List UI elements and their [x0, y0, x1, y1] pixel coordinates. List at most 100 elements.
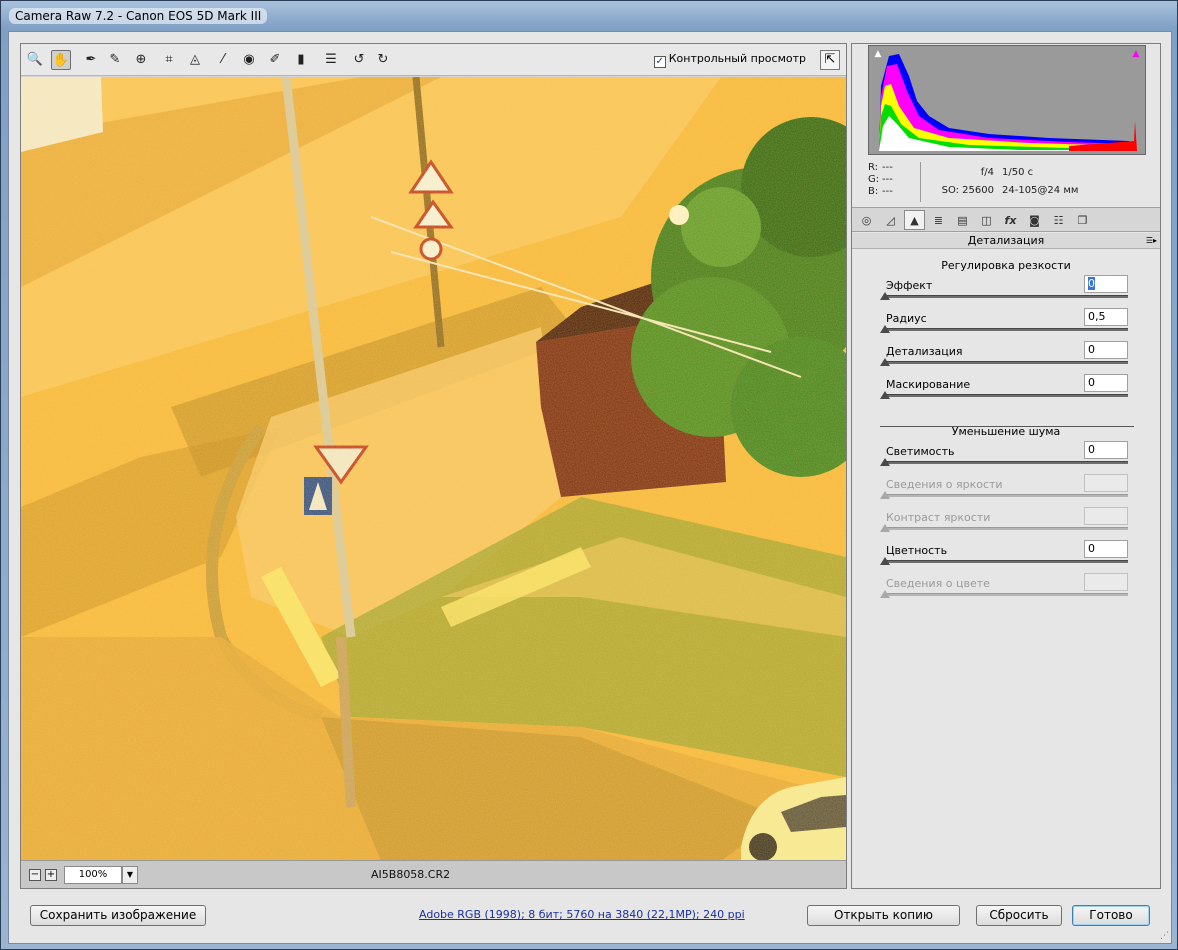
- noise-reduction-section-title: Уменьшение шума: [951, 425, 1061, 438]
- tab-detail-triangles-icon[interactable]: ▲: [904, 210, 925, 230]
- tab-basic-aperture-icon[interactable]: ◎: [856, 210, 877, 230]
- slider-luminance-contrast: Контраст яркости: [880, 507, 1128, 543]
- slider-track[interactable]: [884, 361, 1128, 364]
- fullscreen-toggle-icon[interactable]: ⇱: [820, 50, 840, 70]
- slider-radius[interactable]: Радиус 0,5: [880, 308, 1128, 344]
- r-value: ---: [882, 162, 893, 173]
- slider-thumb[interactable]: [880, 292, 890, 300]
- title-bar[interactable]: Camera Raw 7.2 - Canon EOS 5D Mark III: [1, 1, 1177, 31]
- slider-color[interactable]: Цветность 0: [880, 540, 1128, 576]
- tab-split-toning-icon[interactable]: ▤: [952, 210, 973, 230]
- slider-thumb[interactable]: [880, 458, 890, 466]
- slider-amount[interactable]: Эффект 0: [880, 275, 1128, 311]
- open-copy-button[interactable]: Открыть копию: [807, 905, 960, 926]
- slider-label: Сведения о яркости: [886, 478, 1003, 491]
- panel-tab-strip: ◎ ◿ ▲ ≣ ▤ ◫ fx ◙ ☷ ❐: [852, 207, 1160, 232]
- slider-masking[interactable]: Маскирование 0: [880, 374, 1128, 410]
- slider-label: Цветность: [886, 544, 948, 557]
- zoom-out-button[interactable]: −: [29, 869, 41, 881]
- checkbox-check-icon[interactable]: ✓: [653, 56, 666, 68]
- preview-label: Контрольный просмотр: [668, 52, 806, 65]
- rgb-readout: R: --- G: --- B: ---: [868, 162, 896, 198]
- amount-input[interactable]: 0: [1084, 275, 1128, 293]
- zoom-level-field[interactable]: 100%: [64, 866, 122, 884]
- luminance-input[interactable]: 0: [1084, 441, 1128, 459]
- workflow-options-link[interactable]: Adobe RGB (1998); 8 бит; 5760 на 3840 (2…: [419, 908, 745, 921]
- tab-lens-corrections-icon[interactable]: ◫: [976, 210, 997, 230]
- tool-bar: 🔍 ✋ ✒ ✎ ⊕ ⌗ ◬ ⁄ ◉ ✐ ▮ ☰ ↺ ↻ ✓ Контрольный…: [21, 44, 846, 76]
- g-label: G:: [868, 174, 880, 185]
- zoom-tool-magnifier-icon[interactable]: 🔍: [25, 50, 45, 70]
- camera-raw-window: Camera Raw 7.2 - Canon EOS 5D Mark III 🔍…: [0, 0, 1178, 950]
- b-label: B:: [868, 186, 879, 197]
- crop-icon[interactable]: ⌗: [159, 50, 179, 70]
- rotate-ccw-icon[interactable]: ↺: [349, 50, 369, 70]
- slider-luminance[interactable]: Светимость 0: [880, 441, 1128, 477]
- slider-track[interactable]: [884, 560, 1128, 563]
- pixel-readout: R: --- G: --- B: --- f/4 1/50 с SO: 25600 24-…: [868, 162, 1146, 206]
- slider-track[interactable]: [884, 328, 1128, 331]
- slider-thumb: [880, 524, 890, 532]
- highlight-clipping-warning-icon[interactable]: ▲: [1129, 48, 1143, 60]
- spot-removal-brush-heal-icon[interactable]: ⁄: [213, 50, 233, 70]
- shadow-clipping-warning-icon[interactable]: ▲: [871, 48, 885, 60]
- slider-detail[interactable]: Детализация 0: [880, 341, 1128, 377]
- adjustment-brush-icon[interactable]: ✐: [265, 50, 285, 70]
- slider-track[interactable]: [884, 295, 1128, 298]
- preview-checkbox[interactable]: ✓ Контрольный просмотр: [653, 52, 806, 68]
- tab-snapshots-icon[interactable]: ❐: [1072, 210, 1093, 230]
- zoom-dropdown-chevron-down-icon[interactable]: ▼: [122, 866, 138, 884]
- straighten-icon[interactable]: ◬: [185, 50, 205, 70]
- slider-thumb[interactable]: [880, 325, 890, 333]
- r-label: R:: [868, 162, 879, 173]
- amount-value: 0: [1088, 277, 1095, 290]
- raw-photo-preview[interactable]: [21, 77, 846, 861]
- aperture: f/4: [980, 167, 994, 178]
- color-input[interactable]: 0: [1084, 540, 1128, 558]
- luminance-contrast-input: [1084, 507, 1128, 525]
- slider-thumb[interactable]: [880, 358, 890, 366]
- radius-input[interactable]: 0,5: [1084, 308, 1128, 326]
- color-sampler-icon[interactable]: ✎: [105, 50, 125, 70]
- done-button[interactable]: Готово: [1072, 905, 1150, 926]
- masking-input[interactable]: 0: [1084, 374, 1128, 392]
- detail-input[interactable]: 0: [1084, 341, 1128, 359]
- histogram: ▲ ▲: [868, 45, 1146, 155]
- slider-thumb[interactable]: [880, 391, 890, 399]
- lens: 24-105@24 мм: [1002, 185, 1079, 196]
- white-balance-eyedropper-icon[interactable]: ✒: [81, 50, 101, 70]
- b-value: ---: [882, 186, 893, 197]
- resize-grip-icon[interactable]: ⋰: [1160, 931, 1169, 941]
- tab-effects-fx-icon[interactable]: fx: [1000, 210, 1021, 230]
- hand-tool-hand-icon[interactable]: ✋: [51, 50, 71, 70]
- tab-camera-calibration-icon[interactable]: ◙: [1024, 210, 1045, 230]
- slider-label: Радиус: [886, 312, 927, 325]
- luminance-detail-input: [1084, 474, 1128, 492]
- red-eye-icon[interactable]: ◉: [239, 50, 259, 70]
- graduated-filter-gradient-icon[interactable]: ▮: [291, 50, 311, 70]
- adjustments-panel: ▲ ▲ R: --- G: --- B: --- f/4 1/50 с SO: 2560…: [851, 43, 1161, 889]
- sharpening-section-title: Регулировка резкости: [941, 259, 1071, 272]
- zoom-in-button[interactable]: +: [45, 869, 57, 881]
- slider-thumb[interactable]: [880, 557, 890, 565]
- tab-hsl-icon[interactable]: ≣: [928, 210, 949, 230]
- targeted-adjustment-target-icon[interactable]: ⊕: [131, 50, 151, 70]
- tab-presets-sliders-icon[interactable]: ☷: [1048, 210, 1069, 230]
- window-title: Camera Raw 7.2 - Canon EOS 5D Mark III: [9, 8, 268, 24]
- histogram-graph: [869, 46, 1145, 154]
- slider-track[interactable]: [884, 394, 1128, 397]
- iso: SO: 25600: [941, 185, 994, 196]
- color-detail-input: [1084, 573, 1128, 591]
- panel-menu-icon[interactable]: ☰▸: [1146, 233, 1157, 249]
- slider-track[interactable]: [884, 461, 1128, 464]
- reset-button[interactable]: Сбросить: [976, 905, 1062, 926]
- image-preview-panel: 🔍 ✋ ✒ ✎ ⊕ ⌗ ◬ ⁄ ◉ ✐ ▮ ☰ ↺ ↻ ✓ Контрольный…: [20, 43, 847, 889]
- slider-thumb: [880, 491, 890, 499]
- tab-tone-curve-icon[interactable]: ◿: [880, 210, 901, 230]
- slider-label: Эффект: [886, 279, 933, 292]
- preferences-list-icon[interactable]: ☰: [321, 50, 341, 70]
- save-image-button[interactable]: Сохранить изображение: [30, 905, 206, 926]
- rotate-cw-icon[interactable]: ↻: [373, 50, 393, 70]
- slider-label: Светимость: [886, 445, 955, 458]
- slider-track: [884, 593, 1128, 596]
